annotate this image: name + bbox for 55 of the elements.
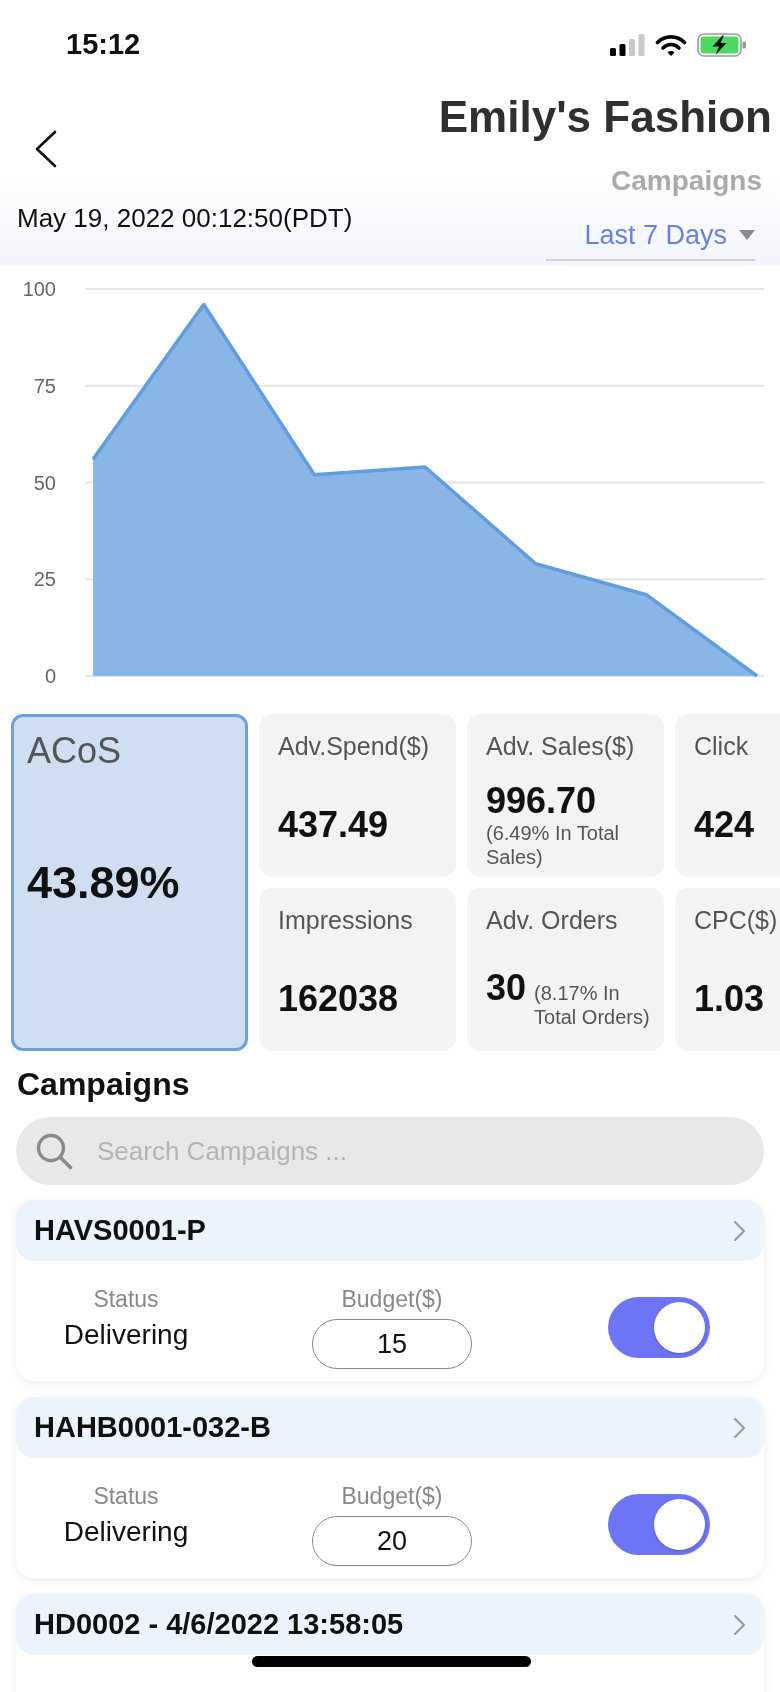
metric-value: 43.89% xyxy=(27,856,180,909)
metric-label: Impressions xyxy=(278,905,414,935)
signal-icon xyxy=(610,34,645,56)
toggle-switch[interactable] xyxy=(608,1493,710,1555)
metric-card[interactable]: Click 424 xyxy=(675,714,780,877)
search-icon xyxy=(35,1132,73,1170)
metric-card[interactable]: CPC($) 1.03 xyxy=(675,888,780,1051)
clock-time: 15:12 xyxy=(66,27,141,61)
y-axis-label: 50 xyxy=(33,471,56,494)
caret-icon xyxy=(739,230,755,240)
campaign-header[interactable]: HAHB0001-032-B xyxy=(16,1397,764,1458)
chevron-right-icon xyxy=(733,1219,746,1242)
chevron-right-icon xyxy=(733,1416,746,1439)
metric-note: (6.49% In Total Sales) xyxy=(486,820,621,869)
campaign-header[interactable]: HD0002 - 4/6/2022 13:58:05 xyxy=(16,1594,764,1655)
status-text: Delivering xyxy=(63,1318,189,1352)
chevron-right-icon xyxy=(733,1613,746,1636)
metric-note: (8.17% In Total Orders) xyxy=(534,981,651,1029)
battery-icon xyxy=(697,33,747,57)
metric-card[interactable]: Adv.Spend($) 437.49 xyxy=(259,714,456,877)
section-title: Campaigns xyxy=(17,1065,191,1104)
metric-label: CPC($) xyxy=(694,905,779,935)
back-icon xyxy=(34,130,58,168)
metric-label: Click xyxy=(694,731,750,761)
y-axis-label: 25 xyxy=(33,568,56,591)
metric-card[interactable]: Impressions 162038 xyxy=(259,888,456,1051)
timestamp-text: May 19, 2022 00:12:50(PDT) xyxy=(17,203,353,233)
wifi-icon xyxy=(655,33,687,57)
field-label: Status xyxy=(93,1285,159,1313)
metric-label: Adv. Orders xyxy=(486,905,619,935)
y-axis-label: 75 xyxy=(33,374,56,397)
metric-label: Adv.Spend($) xyxy=(278,731,430,761)
toggle-switch[interactable] xyxy=(608,1296,710,1358)
metric-card[interactable]: ACoS 43.89% xyxy=(11,714,248,1051)
metric-value: 437.49 xyxy=(278,803,389,845)
metric-value: 162038 xyxy=(278,977,399,1019)
page-subtitle: Campaigns xyxy=(611,164,762,198)
metric-value: 996.70 xyxy=(486,779,597,821)
metric-value: 424 xyxy=(694,803,755,845)
page-title: Emily's Fashion xyxy=(438,91,772,143)
field-label: Budget($) xyxy=(341,1482,443,1510)
field-label: Status xyxy=(93,1482,159,1510)
budget-field[interactable]: 20 xyxy=(312,1516,472,1566)
y-axis-label: 0 xyxy=(44,665,56,687)
metric-value: 1.03 xyxy=(694,977,765,1019)
campaign-header[interactable]: HAVS0001-P xyxy=(16,1200,764,1261)
metric-card[interactable]: Adv. Orders 30 (8.17% In Total Orders) xyxy=(467,888,664,1051)
metric-value: 30 xyxy=(486,967,527,1008)
metric-label: Adv. Sales($) xyxy=(486,731,636,761)
metric-label: ACoS xyxy=(27,730,123,772)
metric-card[interactable]: Adv. Sales($) 996.70 (6.49% In Total Sales) xyxy=(467,714,664,877)
status-text: Delivering xyxy=(63,1515,189,1549)
y-axis-label: 100 xyxy=(22,278,56,300)
budget-field[interactable]: 15 xyxy=(312,1319,472,1369)
field-label: Budget($) xyxy=(341,1285,443,1313)
